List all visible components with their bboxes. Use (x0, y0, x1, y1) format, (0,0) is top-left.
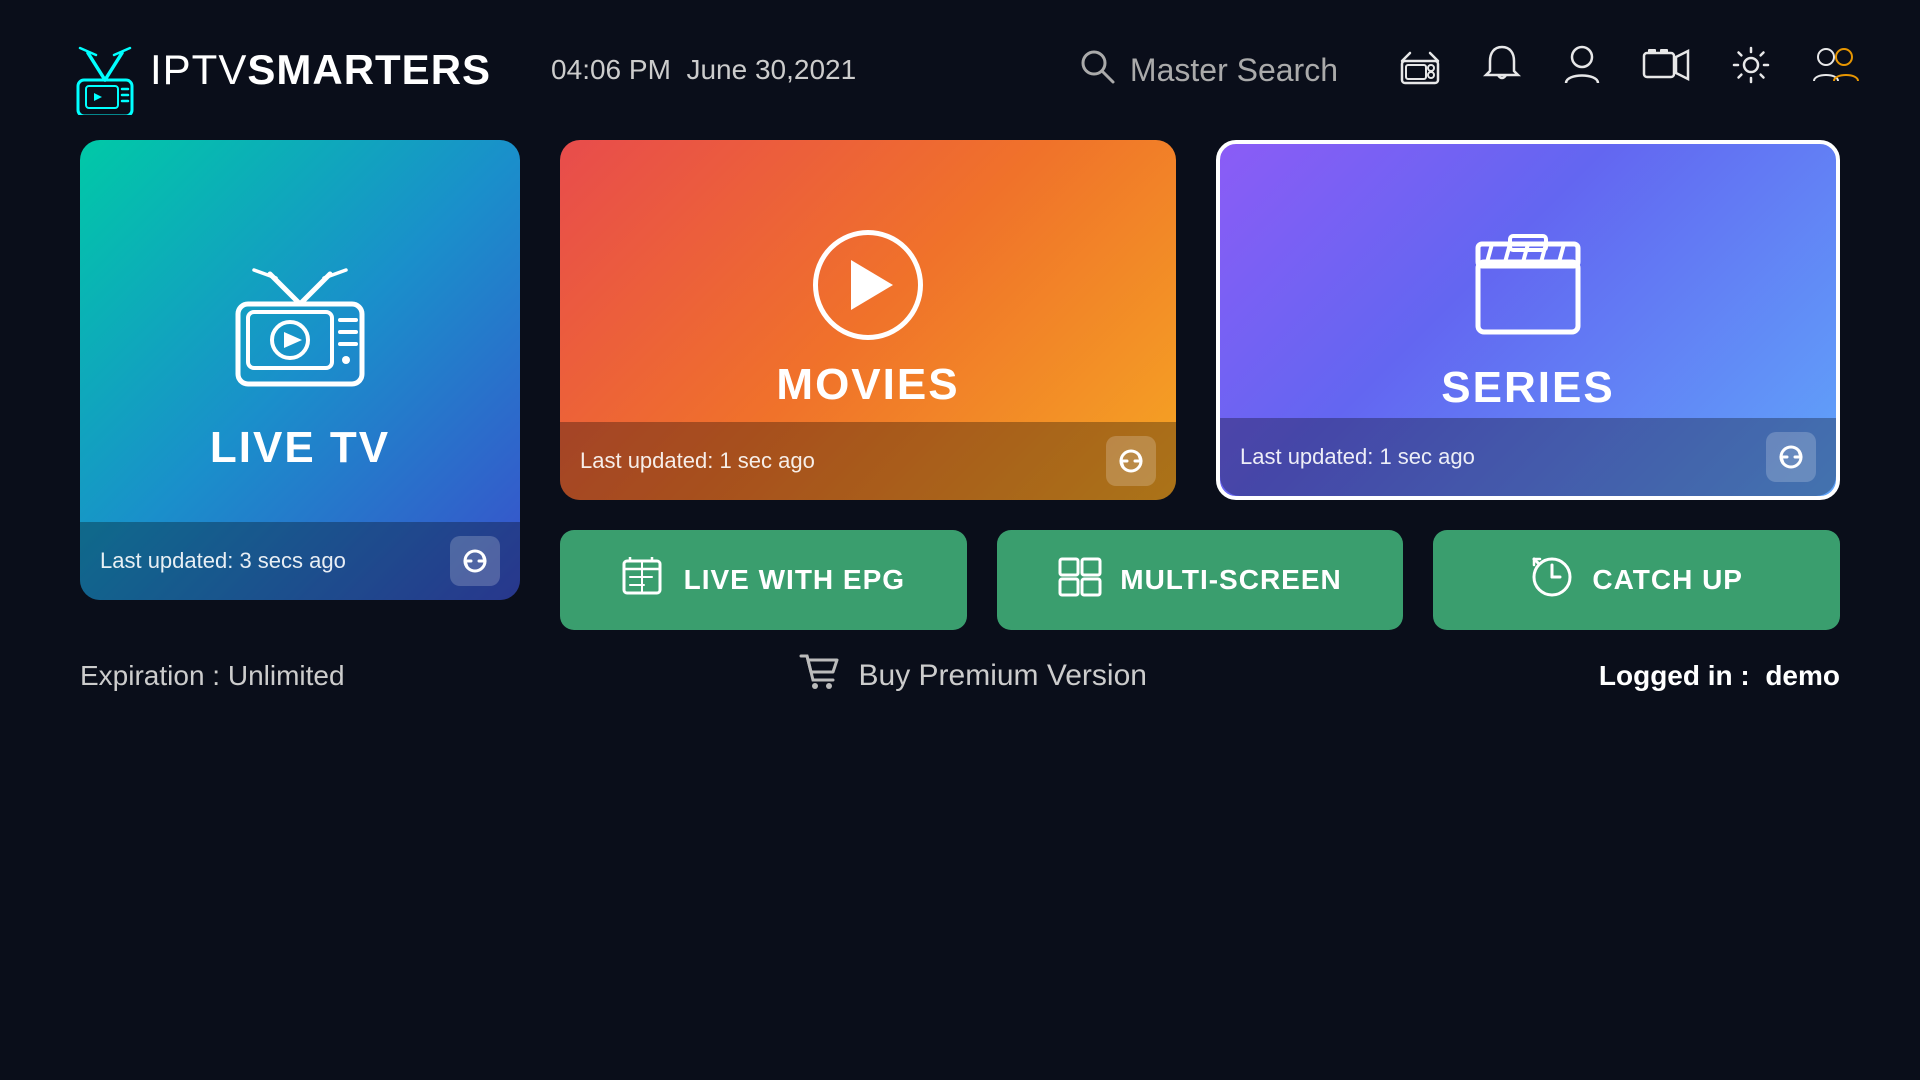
header-icons (1398, 43, 1860, 97)
live-with-epg-label: LIVE WITH EPG (684, 564, 905, 596)
buy-premium-label: Buy Premium Version (859, 659, 1147, 693)
footer: Expiration : Unlimited Buy Premium Versi… (0, 650, 1920, 702)
logged-in-user: demo (1765, 660, 1840, 691)
series-refresh-button[interactable] (1766, 432, 1816, 482)
rec-icon[interactable] (1642, 47, 1690, 93)
expiration-area: Expiration : Unlimited (80, 660, 345, 692)
header: IPTVSMARTERS 04:06 PM June 30,2021 Maste… (0, 0, 1920, 140)
bottom-buttons: LIVE WITH EPG MULTI-SCREEN (560, 530, 1840, 630)
switch-user-icon[interactable] (1812, 43, 1860, 97)
master-search[interactable]: Master Search (1078, 47, 1338, 93)
cards-row: LIVE TV Last updated: 3 secs ago (80, 140, 1840, 630)
search-icon (1078, 47, 1116, 93)
play-triangle (851, 260, 893, 310)
series-footer: Last updated: 1 sec ago (1220, 418, 1836, 496)
right-side: MOVIES Last updated: 1 sec ago (560, 140, 1840, 630)
series-title: SERIES (1441, 363, 1614, 413)
logo-area: IPTVSMARTERS (60, 25, 491, 115)
movies-title: MOVIES (776, 360, 959, 410)
tv-icon (220, 268, 380, 403)
search-label: Master Search (1130, 52, 1338, 89)
radio-icon[interactable] (1398, 43, 1442, 97)
movies-refresh-button[interactable] (1106, 436, 1156, 486)
live-tv-title: LIVE TV (210, 423, 390, 473)
epg-icon (622, 557, 666, 604)
catch-up-label: CATCH UP (1592, 564, 1743, 596)
movies-footer: Last updated: 1 sec ago (560, 422, 1176, 500)
live-tv-refresh-button[interactable] (450, 536, 500, 586)
movies-card[interactable]: MOVIES Last updated: 1 sec ago (560, 140, 1176, 500)
iptv-logo-icon (60, 25, 150, 115)
catchup-icon (1530, 555, 1574, 606)
live-tv-card[interactable]: LIVE TV Last updated: 3 secs ago (80, 140, 520, 600)
bell-icon[interactable] (1482, 43, 1522, 97)
logged-in-label: Logged in : (1599, 660, 1750, 691)
logged-in-area: Logged in : demo (1599, 660, 1840, 692)
series-card[interactable]: SERIES Last updated: 1 sec ago (1216, 140, 1840, 500)
live-tv-update: Last updated: 3 secs ago (100, 548, 346, 574)
expiration-label: Expiration : (80, 660, 220, 691)
catch-up-button[interactable]: CATCH UP (1433, 530, 1840, 630)
multiscreen-icon (1058, 557, 1102, 604)
live-with-epg-button[interactable]: LIVE WITH EPG (560, 530, 967, 630)
user-icon[interactable] (1562, 43, 1602, 97)
logo-text: IPTVSMARTERS (150, 46, 491, 94)
cart-icon (797, 650, 841, 702)
main-content: LIVE TV Last updated: 3 secs ago (0, 140, 1920, 630)
multi-screen-label: MULTI-SCREEN (1120, 564, 1341, 596)
series-update: Last updated: 1 sec ago (1240, 444, 1475, 470)
buy-premium-button[interactable]: Buy Premium Version (797, 650, 1147, 702)
movies-play-icon (813, 230, 923, 340)
live-tv-footer: Last updated: 3 secs ago (80, 522, 520, 600)
series-clapperboard-icon (1468, 228, 1588, 343)
top-cards: MOVIES Last updated: 1 sec ago (560, 140, 1840, 500)
settings-icon[interactable] (1730, 44, 1772, 96)
movies-update: Last updated: 1 sec ago (580, 448, 815, 474)
datetime: 04:06 PM June 30,2021 (551, 54, 856, 86)
expiration-value: Unlimited (228, 660, 345, 691)
multi-screen-button[interactable]: MULTI-SCREEN (997, 530, 1404, 630)
